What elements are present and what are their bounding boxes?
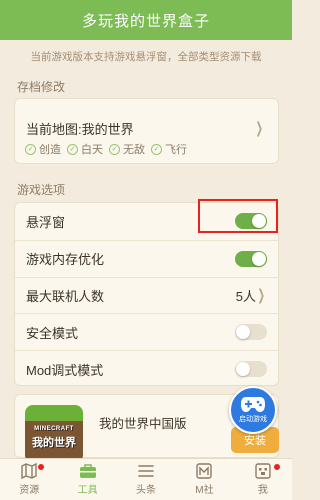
option-row-max-players[interactable]: 最大联机人数 5人 ❯ [15,276,278,314]
option-row-mod-debug: Mod调式模式 [15,350,278,387]
gamepad-icon [241,397,265,412]
toggle-knob [236,325,250,340]
tab-tools[interactable]: 工具 [58,459,116,500]
game-name: 我的世界中国版 [99,417,187,431]
option-row-safe-mode: 安全模式 [15,313,278,350]
tab-me[interactable]: 我 [234,459,292,500]
toggle-knob [236,362,250,377]
minecraft-logo-icon: MINECRAFT 我的世界 [25,405,83,463]
version-notice: 当前游戏版本支持游戏悬浮窗，全部类型资源下载 [30,50,262,63]
chevron-right-icon: ❯ [255,120,264,137]
option-label: 悬浮窗 [26,214,66,230]
safe-mode-toggle[interactable] [235,324,267,341]
community-icon [195,463,213,479]
memory-optimization-toggle[interactable] [235,250,267,267]
current-map-label: 当前地图:我的世界 [26,122,134,137]
tag-invincible: ✓ 无敌 [109,141,145,157]
profile-icon [254,463,272,479]
launch-game-label: 启动游戏 [239,416,267,423]
tag-daytime: ✓ 白天 [67,141,103,157]
header-title: 多玩我的世界盒子 [81,12,210,30]
news-icon [137,463,155,479]
toggle-knob [252,251,266,266]
option-label: 游戏内存优化 [26,252,105,268]
highlight-box [198,199,278,233]
max-players-value: 5人 [235,288,256,304]
map-tags: ✓ 创造 ✓ 白天 ✓ 无敌 ✓ 飞行 [25,141,187,157]
bottom-tab-bar: 资源 工具 头条 M社 我 [0,458,292,500]
option-row-memory-optimization: 游戏内存优化 [15,239,278,277]
map-icon [20,463,38,479]
check-icon: ✓ [151,143,162,155]
option-label: 最大联机人数 [26,288,105,304]
current-map-card[interactable]: 当前地图:我的世界 ✓ 创造 ✓ 白天 ✓ 无敌 ✓ 飞行 ❯ [14,98,279,164]
mod-debug-toggle[interactable] [235,361,267,378]
chevron-right-icon: ❯ [257,287,266,305]
tab-news[interactable]: 头条 [117,459,175,500]
tag-flying: ✓ 飞行 [151,141,187,157]
option-label: 安全模式 [26,325,79,341]
check-icon: ✓ [109,143,120,155]
options-section-title: 游戏选项 [17,183,66,197]
notification-dot [38,464,44,470]
check-icon: ✓ [25,143,36,155]
tag-creative: ✓ 创造 [25,141,61,157]
save-section-title: 存档修改 [17,80,66,94]
check-icon: ✓ [67,143,78,155]
option-label: Mod调式模式 [26,362,104,378]
notification-dot [273,464,280,470]
tab-resources[interactable]: 资源 [0,459,58,500]
toolbox-icon [79,463,97,479]
launch-game-button[interactable]: 启动游戏 [229,386,277,434]
tab-community[interactable]: M社 [175,459,233,500]
app-header: 多玩我的世界盒子 [0,0,292,40]
